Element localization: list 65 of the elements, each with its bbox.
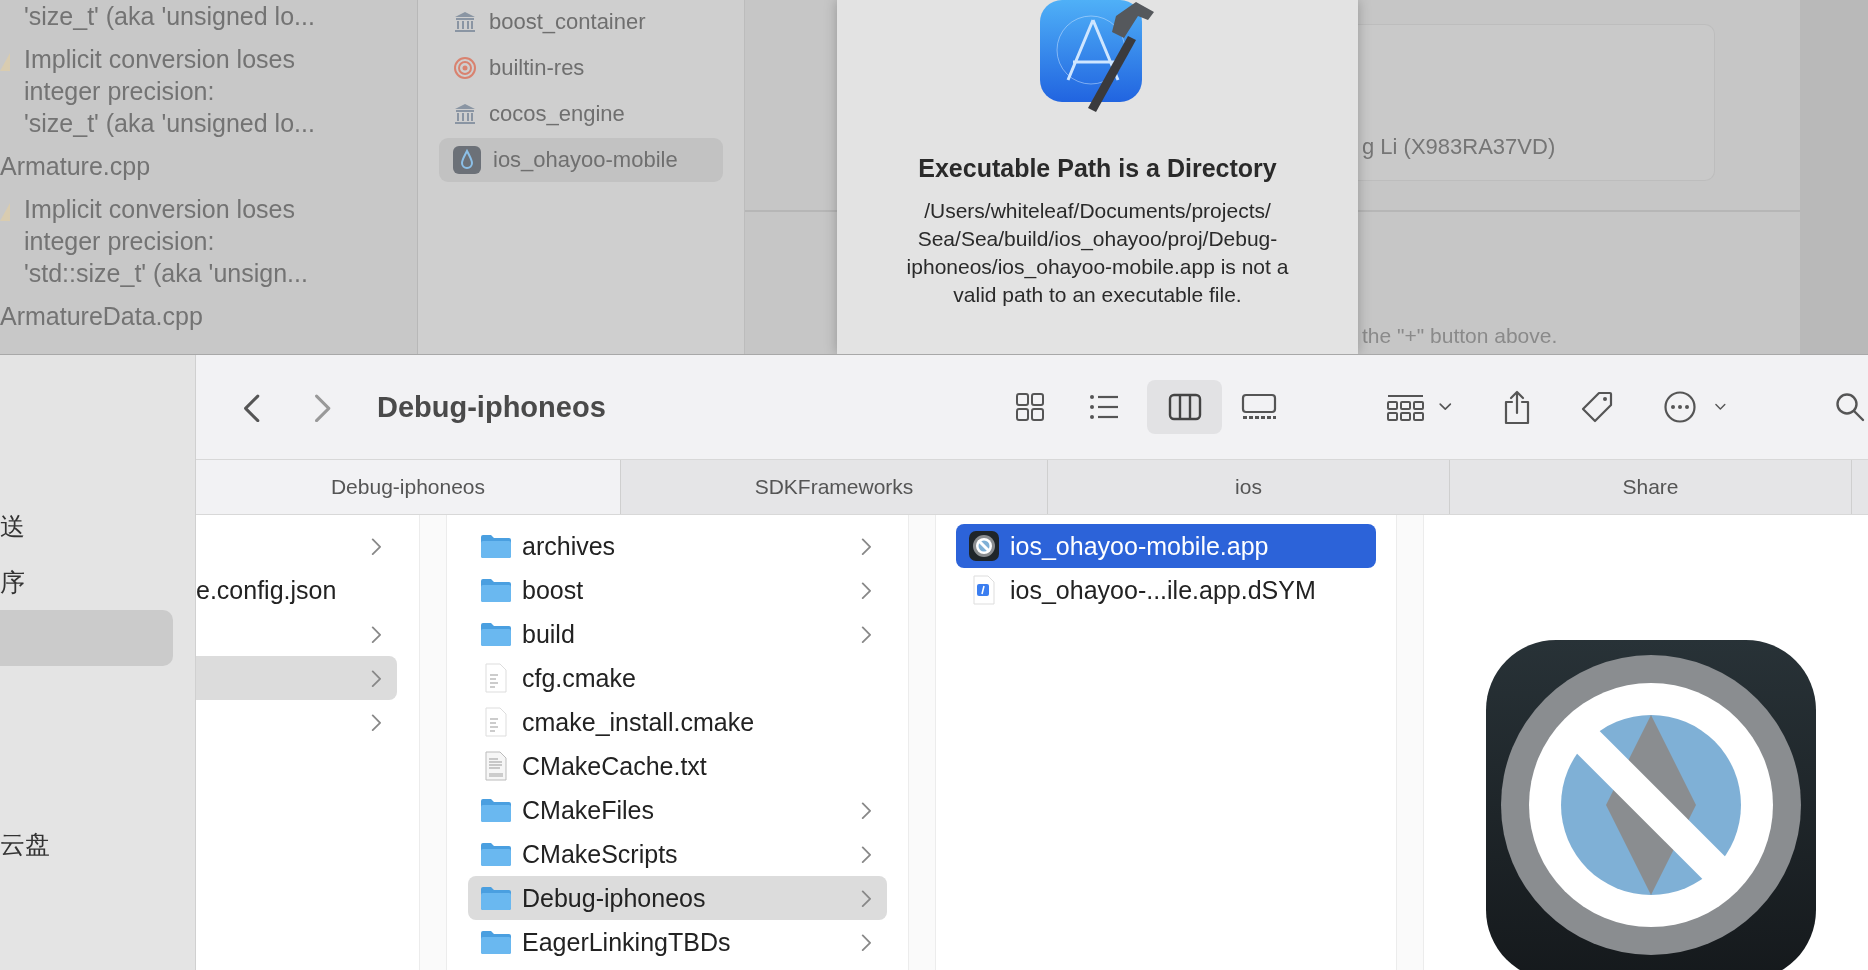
file-row[interactable]: Debug-iphoneos <box>468 876 887 920</box>
file-name: e.config.json <box>196 575 338 605</box>
file-row[interactable]: ios_ohayoo-...ile.app.dSYM <box>956 568 1376 612</box>
file-name: ios_ohayoo-mobile.app <box>1010 531 1270 561</box>
hint-text: the "+" button above. <box>1362 324 1559 348</box>
file-row[interactable]: cmake_install.cmake <box>468 700 887 744</box>
more-icon <box>1663 390 1697 424</box>
file-row[interactable]: CMakeFiles <box>468 788 887 832</box>
list-icon <box>1089 394 1119 420</box>
sidebar-item[interactable]: 序 <box>0 554 173 610</box>
share-icon <box>1502 389 1532 425</box>
app-icon <box>453 146 481 174</box>
file-name: CMakeScripts <box>522 839 679 869</box>
file-name: Debug-iphoneos <box>522 883 707 913</box>
folder-icon <box>480 929 512 955</box>
target-icon <box>453 56 477 80</box>
text-file-icon <box>484 751 508 781</box>
path-tab[interactable]: Debug-iphoneos <box>196 460 621 514</box>
document-icon <box>484 707 508 737</box>
file-name: cfg.cmake <box>522 663 637 693</box>
file-row[interactable]: EagerLinkingTBDs <box>468 920 887 964</box>
sidebar-item[interactable]: 云盘 <box>0 816 173 872</box>
file-name: boost <box>522 575 585 605</box>
file-row[interactable]: e.config.json <box>196 568 397 612</box>
folder-icon <box>480 841 512 867</box>
file-row[interactable]: archives <box>468 524 887 568</box>
file-name: ios_ohayoo-...ile.app.dSYM <box>1010 575 1317 605</box>
folder-icon <box>480 621 512 647</box>
folder-icon <box>480 797 512 823</box>
file-row[interactable]: CMakeCache.txt <box>468 744 887 788</box>
debug-symbols-file-icon <box>972 575 996 605</box>
sidebar-item[interactable]: 送 <box>0 498 173 554</box>
warning-icon <box>0 203 10 221</box>
folder-icon <box>480 885 512 911</box>
file-row[interactable]: cfg.cmake <box>468 656 887 700</box>
columns-building-icon <box>453 10 477 34</box>
columns-building-icon <box>453 102 477 126</box>
window-title: Debug-iphoneos <box>377 390 606 424</box>
file-name: CMakeCache.txt <box>522 751 708 781</box>
grid-icon <box>1015 392 1045 422</box>
search-icon <box>1835 392 1865 422</box>
folder-icon <box>480 577 512 603</box>
columns-icon <box>1167 393 1202 421</box>
file-name: cmake_install.cmake <box>522 707 756 737</box>
file-name: EagerLinkingTBDs <box>522 927 732 957</box>
file-name: build <box>522 619 576 649</box>
tag-icon <box>1580 390 1614 424</box>
file-row[interactable]: CMakeScripts <box>468 832 887 876</box>
prohibited-app-icon <box>969 531 999 561</box>
alert-title: Executable Path is a Directory <box>918 154 1277 183</box>
signing-team-text: g Li (X983RA37VD) <box>1362 134 1557 160</box>
file-row[interactable]: build <box>468 612 887 656</box>
folder-icon <box>480 533 512 559</box>
file-name: CMakeFiles <box>522 795 655 825</box>
file-name: archives <box>522 531 617 561</box>
path-tab[interactable]: Share <box>1450 460 1852 514</box>
gallery-icon <box>1241 393 1277 421</box>
file-row[interactable]: ios_ohayoo-mobile.app <box>956 524 1376 568</box>
column-view-button[interactable] <box>1147 380 1222 434</box>
path-tab[interactable]: ios <box>1048 460 1450 514</box>
document-icon <box>484 663 508 693</box>
file-row[interactable]: boost <box>468 568 887 612</box>
alert-message: /Users/whiteleaf/Documents/projects/ Sea/Sea/build/ios_ohayoo/proj/Debug- iphoneos/ios_ohayoo-mobile.app is not a valid path to an executable file. <box>906 198 1289 308</box>
path-tab[interactable]: SDKFrameworks <box>621 460 1048 514</box>
warning-icon <box>0 53 10 71</box>
